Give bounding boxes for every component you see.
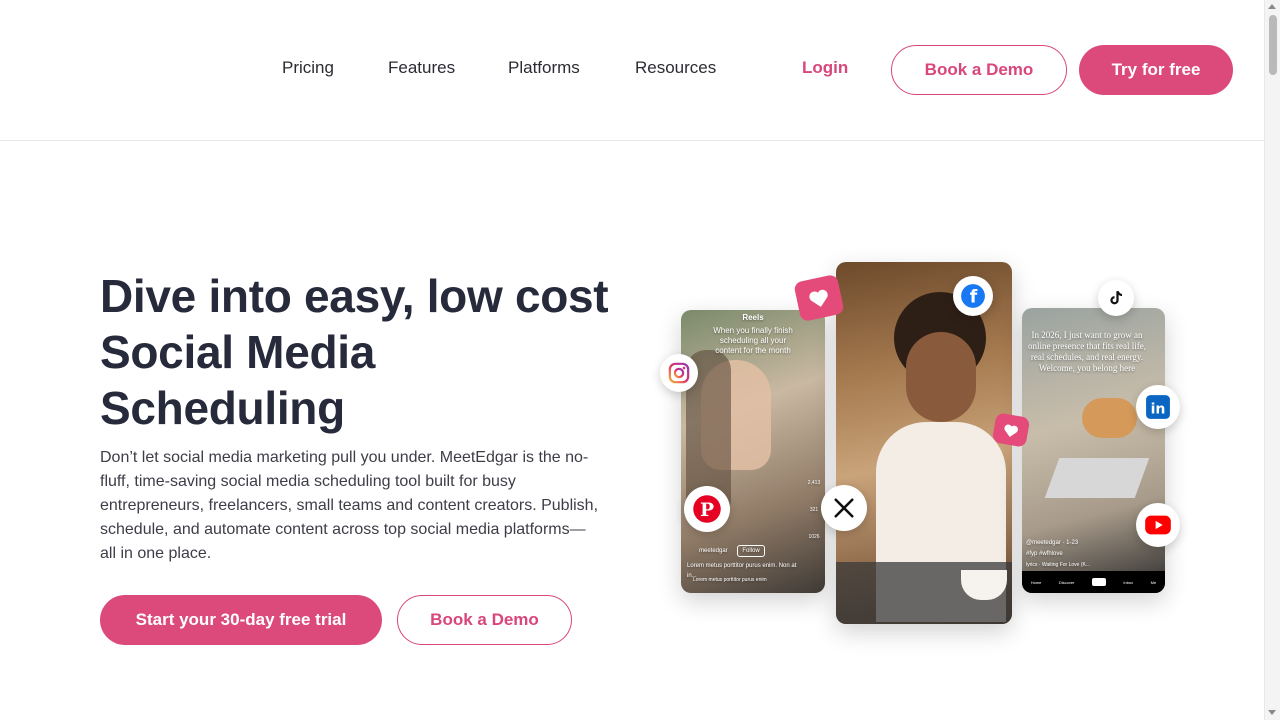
hero-description: Don’t let social media marketing pull yo… [100,449,599,562]
linkedin-icon: in [1136,385,1180,429]
x-icon [821,485,867,531]
tiktok-nav-inbox[interactable]: Inbox [1123,580,1133,585]
instagram-icon [660,354,698,392]
follow-button[interactable]: Follow [737,545,765,557]
reel-audio: Lorem metus porttitor purus enim [693,577,767,583]
tiktok-caption: In 2026, I just want to grow an online p… [1028,330,1146,373]
right-phone-mockup: In 2026, I just want to grow an online p… [1022,308,1165,593]
start-free-trial-button[interactable]: Start your 30-day free trial [100,595,382,645]
svg-text:in: in [1151,402,1166,418]
center-phone-mockup [836,262,1012,624]
site-header: Pricing Features Platforms Resources Log… [0,0,1265,141]
tiktok-nav-home[interactable]: Home [1031,580,1042,585]
tiktok-tag: #fyp #wfhlove [1026,551,1063,557]
hero-headline: Dive into easy, low cost Social Media Sc… [100,270,609,434]
tiktok-create-icon[interactable] [1091,578,1106,586]
scroll-down-icon[interactable] [1268,710,1276,715]
woman-photo [906,332,976,422]
pinterest-icon: P [684,486,730,532]
header-book-demo-button[interactable]: Book a Demo [891,45,1067,95]
facebook-icon: f [953,276,993,316]
like-count: 2,413 [807,480,821,486]
tiktok-handle: @meetedgar · 1-23 [1026,540,1079,546]
tiktok-bottom-nav: Home Discover Inbox Me [1022,571,1165,593]
left-phone-mockup: Reels When you finally finish scheduling… [681,310,825,593]
nav-pricing[interactable]: Pricing [282,58,334,78]
nav-resources[interactable]: Resources [635,58,716,78]
svg-text:P: P [700,499,714,521]
reel-handle: meetedgar [699,548,728,554]
scroll-thumb[interactable] [1269,15,1277,75]
youtube-icon [1136,503,1180,547]
tiktok-nav-discover[interactable]: Discover [1059,580,1075,585]
share-count: 1026 [808,534,820,540]
nav-features[interactable]: Features [388,58,455,78]
login-link[interactable]: Login [802,58,848,78]
laptop-photo [1044,458,1150,498]
nav-platforms[interactable]: Platforms [508,58,580,78]
try-for-free-button[interactable]: Try for free [1079,45,1233,95]
tiktok-nav-me[interactable]: Me [1151,580,1157,585]
reel-caption: When you finally finish scheduling all y… [713,326,793,355]
heart-icon [991,412,1031,448]
hero-book-demo-button[interactable]: Book a Demo [397,595,572,645]
scroll-up-icon[interactable] [1268,4,1276,9]
cat-photo [1082,398,1137,438]
tiktok-audio: lyrics · Waiting For Love (K... [1026,562,1090,568]
page-scrollbar[interactable] [1264,0,1280,720]
tiktok-icon [1098,280,1134,316]
svg-text:f: f [970,288,978,308]
